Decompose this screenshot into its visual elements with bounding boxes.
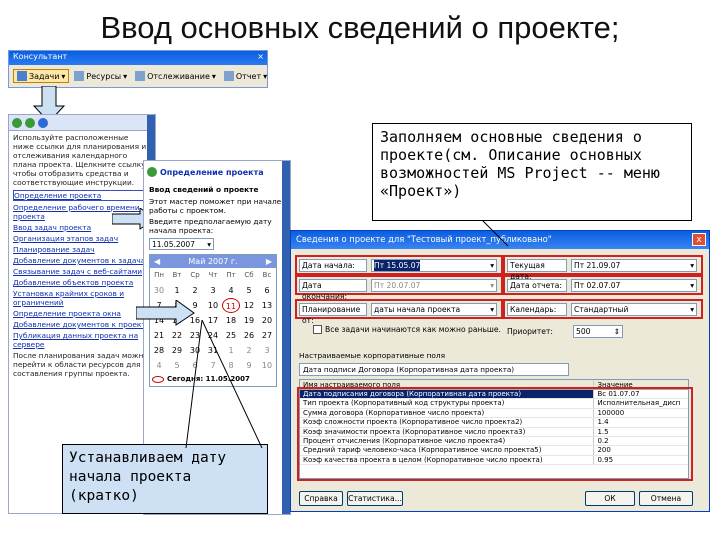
- start-date-field[interactable]: Пт 15.05.07 ▾: [371, 259, 497, 272]
- chevron-down-icon[interactable]: ▾: [207, 240, 211, 249]
- mid-text-2: Введите предполагаемую дату начала проек…: [149, 217, 272, 235]
- guide-link-define[interactable]: Определение проекта: [13, 190, 151, 201]
- toolbar-title: Консультант ×: [9, 51, 267, 65]
- tracking-button[interactable]: Отслеживание ▾: [132, 70, 219, 82]
- prev-month-icon[interactable]: ◀: [154, 257, 160, 266]
- mid-text-1: Этот мастер поможет при начале работы с …: [149, 197, 282, 215]
- calendar-day[interactable]: 10: [204, 298, 222, 313]
- calendar-day[interactable]: 5: [240, 283, 258, 298]
- highlight-box: [297, 387, 693, 481]
- priority-label: Приоритет:: [507, 327, 553, 336]
- ok-button[interactable]: ОК: [585, 491, 635, 506]
- tasks-icon: [17, 71, 27, 81]
- calendar-day[interactable]: 12: [240, 298, 258, 313]
- today-marker-icon: [152, 376, 164, 383]
- guide-link[interactable]: Публикация данных проекта на сервере: [13, 331, 151, 349]
- chevron-down-icon[interactable]: ▾: [490, 280, 494, 291]
- mid-heading: Ввод сведений о проекте: [149, 185, 259, 194]
- guide-link[interactable]: Планирование задач: [13, 245, 151, 254]
- calendar-select[interactable]: Стандартный ▾: [571, 303, 697, 316]
- guide-link[interactable]: Добавление документов к проекту: [13, 320, 151, 329]
- calendar-day-header: Чт: [208, 271, 218, 279]
- calendar-day[interactable]: 4: [222, 283, 240, 298]
- close-icon[interactable]: x: [692, 233, 706, 246]
- calendar-day[interactable]: 1: [168, 283, 186, 298]
- calendar-day-header: Вт: [172, 271, 182, 279]
- callout-pointer: [481, 220, 509, 247]
- guide-link[interactable]: Установка крайних сроков и ограничений: [13, 289, 151, 307]
- finish-date-label: Дата окончания:: [299, 279, 367, 301]
- custom-field-editor[interactable]: Дата подписи Договора (Корпоративная дат…: [299, 363, 569, 376]
- cancel-button[interactable]: Отмена: [639, 491, 693, 506]
- custom-fields-label: Настраиваемые корпоративные поля: [299, 351, 446, 360]
- current-date-field[interactable]: Пт 21.09.07 ▾: [571, 259, 697, 272]
- tracking-icon: [135, 71, 146, 81]
- callout-fill-info: Заполняем основные сведения о проекте(см…: [372, 123, 692, 221]
- mid-pane-header: Определение проекта: [144, 161, 290, 183]
- calendar-day[interactable]: 13: [258, 298, 276, 313]
- stepper-icon[interactable]: ⇕: [614, 326, 620, 337]
- statistics-button[interactable]: Статистика...: [347, 491, 403, 506]
- close-icon[interactable]: ×: [257, 52, 264, 61]
- help-button[interactable]: Справка: [299, 491, 343, 506]
- project-info-dialog: Сведения о проекте для "Тестовый проект_…: [290, 230, 710, 512]
- next-month-icon[interactable]: ▶: [266, 257, 272, 266]
- guide-link[interactable]: Определение проекта окна: [13, 309, 151, 318]
- back-icon[interactable]: [147, 167, 157, 177]
- calendar-label: Календарь:: [507, 303, 567, 316]
- resources-button[interactable]: Ресурсы ▾: [71, 70, 130, 82]
- chevron-down-icon[interactable]: ▾: [490, 260, 494, 271]
- calendar-header: ◀ Май 2007 г. ▶: [150, 255, 276, 268]
- finish-date-field[interactable]: Пт 20.07.07 ▾: [371, 279, 497, 292]
- resources-icon: [74, 71, 85, 81]
- asap-checkbox[interactable]: [313, 325, 322, 334]
- report-icon: [223, 71, 234, 81]
- slide-title: Ввод основных сведений о проекте;: [100, 10, 620, 45]
- calendar-day-header: Ср: [190, 271, 200, 279]
- chevron-down-icon[interactable]: ▾: [690, 280, 694, 291]
- home-icon[interactable]: [38, 117, 48, 128]
- start-date-label: Дата начала:: [299, 259, 367, 272]
- forward-icon[interactable]: [25, 117, 35, 128]
- guide-link[interactable]: Добавление документов к задачам: [13, 256, 151, 265]
- calendar-day[interactable]: 28: [150, 343, 168, 358]
- tasks-button[interactable]: Задачи ▾: [13, 69, 70, 83]
- priority-stepper[interactable]: 500 ⇕: [573, 325, 623, 338]
- guide-link[interactable]: Связывание задач с веб-сайтами: [13, 267, 151, 276]
- guide-nav: [9, 115, 155, 131]
- current-date-label: Текущая дата:: [507, 259, 567, 281]
- calendar-day[interactable]: 21: [150, 328, 168, 343]
- schedule-from-select[interactable]: даты начала проекта ▾: [371, 303, 497, 316]
- guide-link[interactable]: Организация этапов задач: [13, 234, 151, 243]
- schedule-from-label: Планирование от:: [299, 303, 367, 325]
- calendar-day[interactable]: 3: [204, 283, 222, 298]
- guide-toolbar: Консультант × Задачи ▾ Ресурсы ▾ Отслежи…: [8, 50, 268, 88]
- calendar-day[interactable]: 2: [186, 283, 204, 298]
- calendar-day-header: Пн: [154, 271, 164, 279]
- pane-scrollbar[interactable]: [282, 161, 290, 514]
- callout-pointer: [185, 320, 263, 449]
- calendar-day-header: Пт: [226, 271, 236, 279]
- calendar-day-header: Сб: [244, 271, 254, 279]
- calendar-day[interactable]: 4: [150, 358, 168, 373]
- start-date-input[interactable]: 11.05.2007 ▾: [149, 238, 214, 250]
- status-date-field[interactable]: Пт 02.07.07 ▾: [571, 279, 697, 292]
- guide-intro: Используйте расположенные ниже ссылки дл…: [13, 133, 148, 187]
- calendar-day[interactable]: 6: [258, 283, 276, 298]
- calendar-day[interactable]: 11: [222, 298, 240, 313]
- guide-link[interactable]: Добавление объектов проекта: [13, 278, 151, 287]
- guide-footer: После планирования задач можно перейти к…: [13, 351, 148, 378]
- asap-checkbox-row[interactable]: Все задачи начинаются как можно раньше.: [313, 325, 501, 334]
- chevron-down-icon[interactable]: ▾: [690, 260, 694, 271]
- report-button[interactable]: Отчет ▾: [221, 70, 270, 82]
- calendar-day[interactable]: 30: [150, 283, 168, 298]
- chevron-down-icon[interactable]: ▾: [690, 304, 694, 315]
- callout-set-date: Устанавливаем дату начала проекта (кратк…: [62, 444, 268, 514]
- back-icon[interactable]: [12, 117, 22, 128]
- status-date-label: Дата отчета:: [507, 279, 567, 292]
- calendar-day-header: Вс: [262, 271, 272, 279]
- chevron-down-icon[interactable]: ▾: [490, 304, 494, 315]
